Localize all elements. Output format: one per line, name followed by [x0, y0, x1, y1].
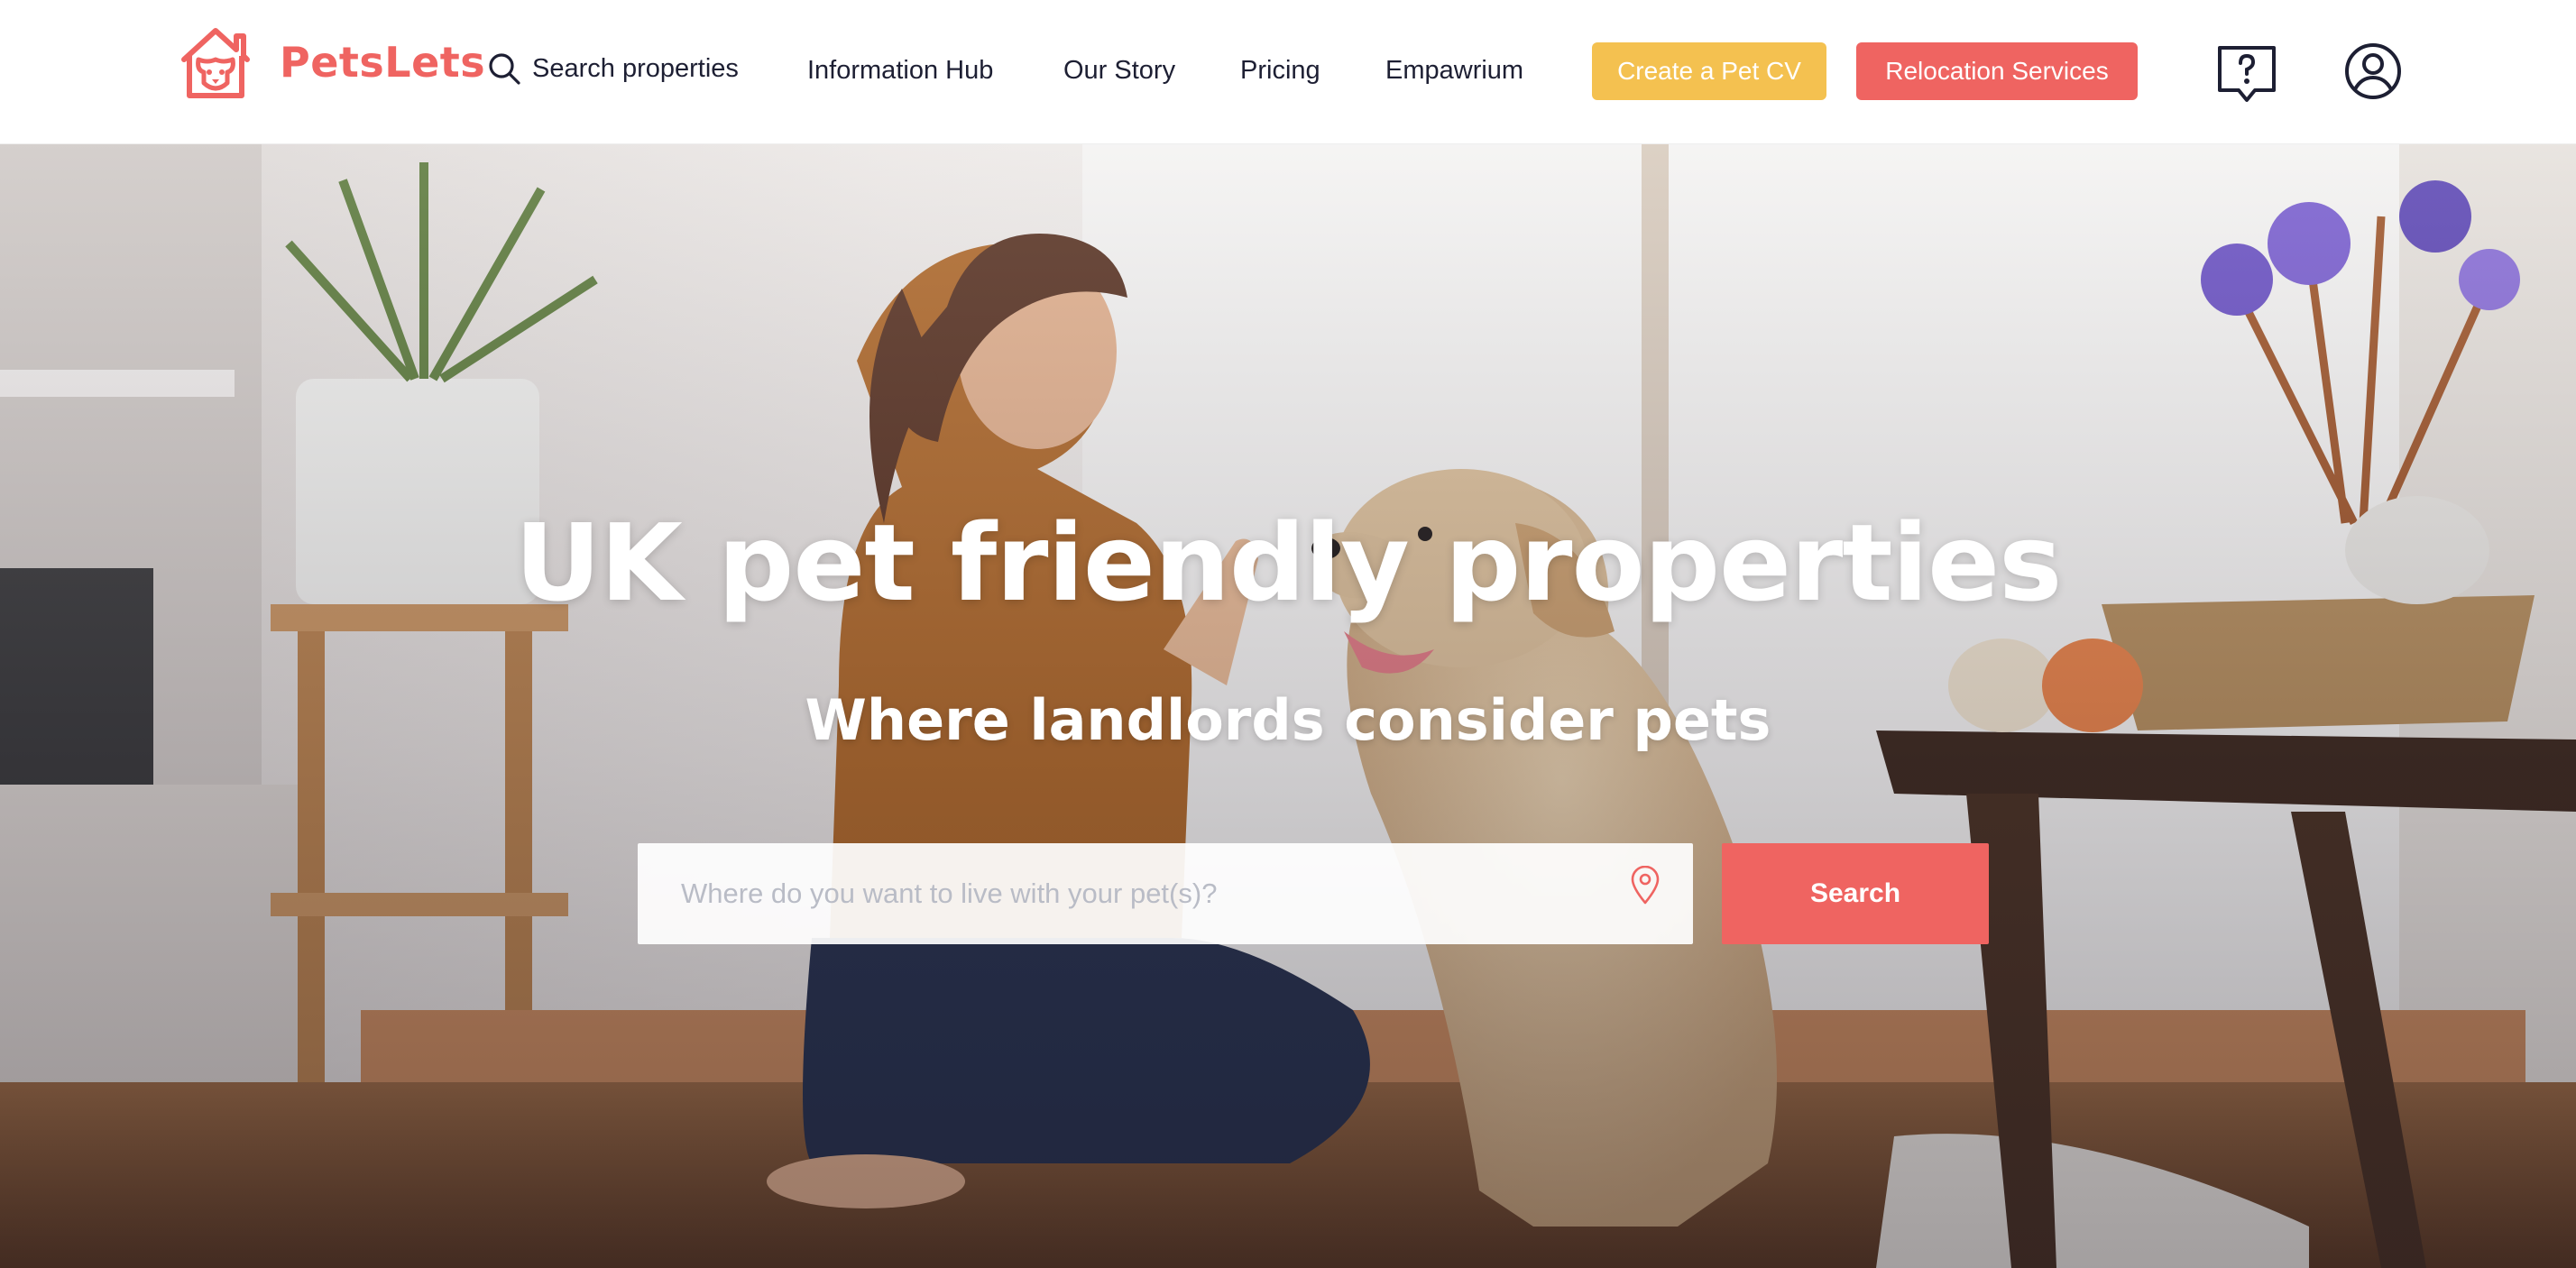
create-pet-cv-button[interactable]: Create a Pet CV	[1592, 42, 1826, 100]
relocation-services-button[interactable]: Relocation Services	[1856, 42, 2138, 100]
house-dog-logo-icon	[181, 28, 250, 98]
site-header: PetsLets Search properties Information H…	[0, 0, 2576, 144]
brand-name: PetsLets	[280, 38, 486, 87]
brand-logo[interactable]: PetsLets	[177, 23, 485, 101]
nav-our-story[interactable]: Our Story	[1063, 52, 1175, 88]
hero-title: UK pet friendly properties	[514, 501, 2063, 625]
nav-pricing[interactable]: Pricing	[1240, 52, 1320, 88]
search-button[interactable]: Search	[1722, 843, 1989, 944]
location-pin-icon	[1631, 866, 1660, 905]
hero-section: UK pet friendly properties Where landlor…	[0, 144, 2576, 1268]
nav-information-hub[interactable]: Information Hub	[807, 52, 993, 88]
hero-subtitle: Where landlords consider pets	[805, 687, 1771, 753]
nav-search-label: Search properties	[532, 54, 739, 83]
location-search-field[interactable]	[638, 843, 1693, 944]
search-icon	[489, 53, 520, 85]
nav-empawrium[interactable]: Empawrium	[1385, 52, 1523, 88]
user-account-icon[interactable]	[2343, 41, 2403, 101]
location-search-input[interactable]	[638, 843, 1594, 944]
nav-search-properties[interactable]: Search properties	[487, 51, 739, 87]
help-chat-icon[interactable]	[2215, 43, 2278, 106]
